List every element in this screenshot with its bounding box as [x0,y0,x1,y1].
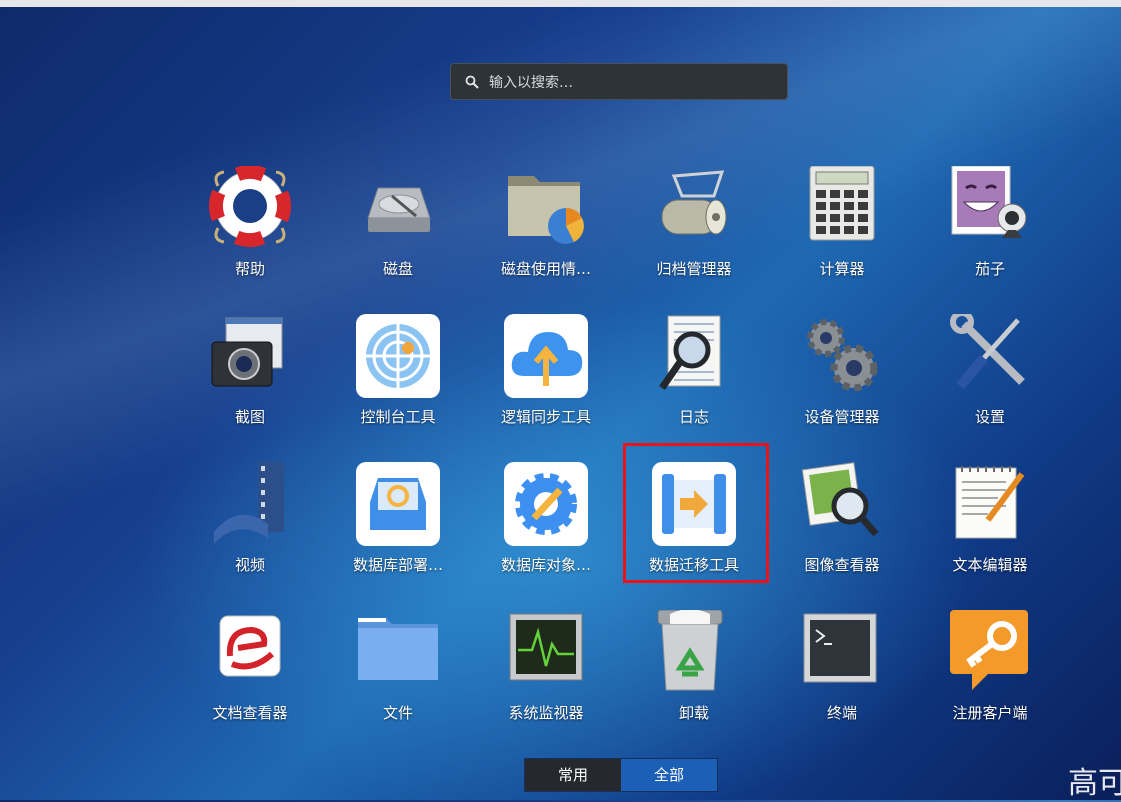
app-label: 图像查看器 [804,556,880,574]
app-text-editor[interactable]: 文本编辑器 [920,462,1060,602]
app-device-manager[interactable]: 设备管理器 [772,314,912,454]
app-label: 设置 [974,408,1005,426]
app-files[interactable]: 文件 [328,610,468,750]
app-label: 控制台工具 [360,408,436,426]
app-data-migration-tool[interactable]: 数据迁移工具 [624,462,764,602]
database-deploy-icon [356,462,440,546]
image-viewer-icon [801,462,879,537]
app-videos[interactable]: 视频 [180,462,320,602]
app-label: 文件 [382,704,413,722]
recycle-bin-icon [657,610,723,691]
app-label: 系统监视器 [508,704,584,722]
app-label: 数据库对象… [500,556,591,574]
app-disks[interactable]: 磁盘 [328,166,468,306]
database-object-gear-icon [504,462,588,546]
search-icon [465,75,479,89]
app-cheese[interactable]: 茄子 [920,166,1060,306]
document-viewer-icon [219,615,281,677]
app-logic-sync-tool[interactable]: 逻辑同步工具 [476,314,616,454]
app-label: 数据库部署… [352,556,443,574]
watermark-text: 高可 [1068,766,1121,801]
app-disk-usage[interactable]: 磁盘使用情… [476,166,616,306]
key-register-icon [950,610,1028,690]
tab-frequent[interactable]: 常用 [525,759,621,791]
cloud-upload-icon [504,314,588,398]
app-database-deploy[interactable]: 数据库部署… [328,462,468,602]
app-label: 注册客户端 [952,704,1028,722]
tab-all[interactable]: 全部 [621,759,717,791]
terminal-icon [803,613,877,683]
search-input[interactable]: 输入以搜索… [489,72,573,92]
app-image-viewer[interactable]: 图像查看器 [772,462,912,602]
app-register-client[interactable]: 注册客户端 [920,610,1060,750]
app-label: 计算器 [819,260,865,278]
screenshot-camera-icon [211,317,283,387]
app-help[interactable]: 帮助 [180,166,320,306]
folder-icon [358,618,438,680]
cheese-webcam-icon [951,166,1027,238]
app-label: 卸载 [678,704,709,722]
console-radar-icon [356,314,440,398]
app-label: 文档查看器 [212,704,288,722]
lifebuoy-icon [209,166,291,247]
disk-icon [367,187,431,232]
log-magnifier-icon [659,315,721,390]
app-label: 归档管理器 [656,260,732,278]
app-calculator[interactable]: 计算器 [772,166,912,306]
app-label: 逻辑同步工具 [500,408,591,426]
app-label: 帮助 [234,260,265,278]
app-console-tool[interactable]: 控制台工具 [328,314,468,454]
app-label: 日志 [678,408,709,426]
app-label: 终端 [826,704,857,722]
data-migration-icon [652,462,736,546]
app-label: 磁盘使用情… [500,260,591,278]
app-label: 文本编辑器 [952,556,1028,574]
app-archive-manager[interactable]: 归档管理器 [624,166,764,306]
app-settings[interactable]: 设置 [920,314,1060,454]
app-uninstall[interactable]: 卸载 [624,610,764,750]
app-label: 截图 [234,408,265,426]
app-label: 茄子 [974,260,1005,278]
app-system-monitor[interactable]: 系统监视器 [476,610,616,750]
wrench-screwdriver-icon [950,314,1025,390]
video-film-icon [214,462,284,544]
app-screenshot[interactable]: 截图 [180,314,320,454]
app-terminal[interactable]: 终端 [772,610,912,750]
calculator-icon [809,166,875,241]
system-monitor-icon [509,613,583,681]
gears-icon [807,319,878,392]
app-database-object[interactable]: 数据库对象… [476,462,616,602]
app-document-viewer[interactable]: 文档查看器 [180,610,320,750]
disk-usage-icon [508,176,584,244]
app-logs[interactable]: 日志 [624,314,764,454]
text-editor-icon [955,466,1025,539]
app-label: 数据迁移工具 [648,556,739,574]
app-label: 设备管理器 [804,408,880,426]
app-label: 视频 [234,556,265,574]
search-bar[interactable]: 输入以搜索… [450,63,788,100]
archive-manager-icon [661,170,727,235]
app-label: 磁盘 [382,260,413,278]
view-tabs: 常用 全部 [524,758,718,792]
top-window-strip [0,0,1121,7]
